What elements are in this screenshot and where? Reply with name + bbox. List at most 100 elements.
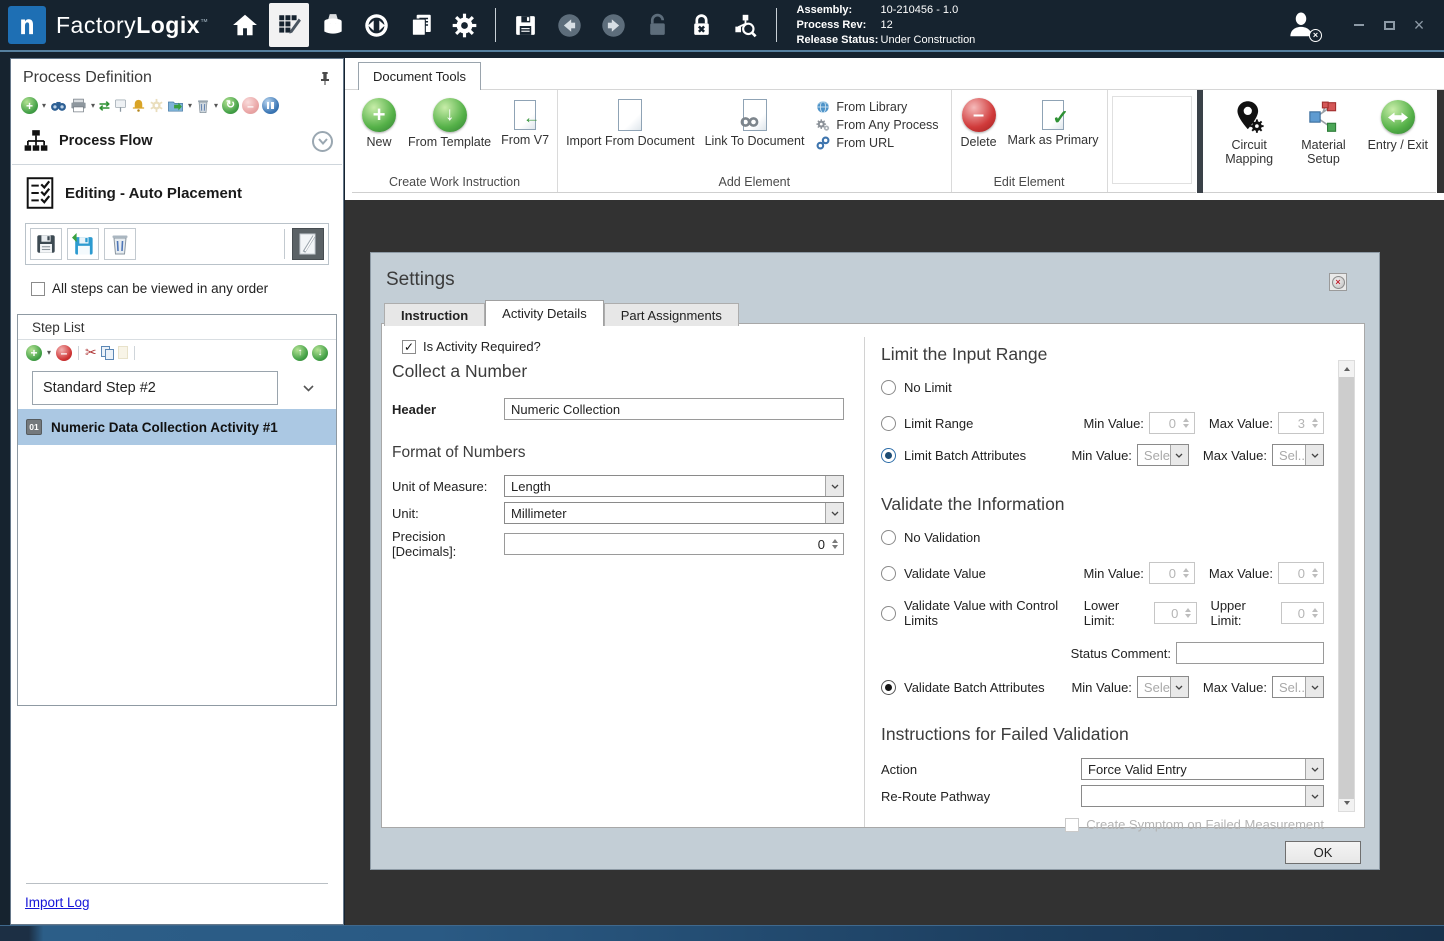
- add-step-icon[interactable]: +: [26, 345, 42, 361]
- settings-dialog: Settings × Instruction Activity Details …: [370, 252, 1380, 870]
- from-library-button[interactable]: From Library: [816, 100, 938, 114]
- edit-mode-button[interactable]: [292, 228, 324, 260]
- no-limit-radio[interactable]: No Limit: [881, 380, 1324, 395]
- batch-max-select[interactable]: Sel...: [1272, 444, 1324, 466]
- from-v7-button[interactable]: ← From V7: [497, 94, 553, 147]
- validate-batch-max-select[interactable]: Sel...: [1272, 676, 1324, 698]
- documents-icon: [408, 12, 434, 38]
- pause-icon[interactable]: [262, 97, 279, 114]
- save-import-button[interactable]: [67, 228, 99, 260]
- activity-list-item-selected[interactable]: 01 Numeric Data Collection Activity #1: [18, 409, 336, 445]
- home-button[interactable]: [225, 3, 265, 47]
- materials-button[interactable]: [313, 3, 353, 47]
- signoff-board-icon[interactable]: [113, 98, 128, 113]
- tab-activity-details[interactable]: Activity Details: [485, 300, 604, 326]
- validate-batch-min-select[interactable]: Sele...: [1137, 676, 1189, 698]
- step-selector[interactable]: Standard Step #2: [32, 371, 278, 405]
- paste-icon[interactable]: [118, 346, 128, 359]
- process-audit-button[interactable]: [726, 3, 766, 47]
- lock-reject-button[interactable]: [682, 3, 722, 47]
- documents-button[interactable]: [401, 3, 441, 47]
- import-from-document-button[interactable]: Import From Document: [562, 94, 699, 148]
- import-log-link[interactable]: Import Log: [25, 895, 90, 910]
- delete-caret-icon[interactable]: ▾: [214, 101, 218, 110]
- notify-bell-icon[interactable]: [131, 98, 146, 113]
- circuit-mapping-button[interactable]: Circuit Mapping: [1215, 98, 1283, 192]
- delete-element-button[interactable]: – Delete: [956, 94, 1002, 149]
- scroll-up-icon[interactable]: [1339, 361, 1354, 377]
- step-selector-chevron-icon[interactable]: [303, 385, 314, 392]
- close-button[interactable]: ×: [1404, 12, 1434, 38]
- copy-icon[interactable]: [101, 346, 114, 360]
- header-input[interactable]: [504, 398, 844, 420]
- discard-step-button[interactable]: [104, 228, 136, 260]
- process-flow-header[interactable]: Process Flow: [11, 120, 343, 164]
- save-button[interactable]: [506, 3, 546, 47]
- logout-user-button[interactable]: ×: [1286, 10, 1316, 40]
- from-url-button[interactable]: From URL: [816, 136, 938, 150]
- mark-as-primary-button[interactable]: ✓ Mark as Primary: [1004, 94, 1103, 147]
- stop-icon[interactable]: –: [242, 97, 259, 114]
- view-order-checkbox[interactable]: All steps can be viewed in any order: [11, 265, 343, 306]
- tab-instruction[interactable]: Instruction: [384, 303, 485, 326]
- pin-icon[interactable]: [317, 70, 333, 86]
- redo-button[interactable]: [594, 3, 634, 47]
- is-activity-required-checkbox[interactable]: ✓ Is Activity Required?: [402, 339, 854, 354]
- dialog-close-button[interactable]: ×: [1329, 273, 1347, 291]
- process-definition-button[interactable]: [269, 3, 309, 47]
- refresh-icon[interactable]: ↻: [222, 97, 239, 114]
- print-caret-icon[interactable]: ▾: [91, 101, 95, 110]
- limit-batch-attributes-radio[interactable]: Limit Batch Attributes Min Value: Sele..…: [881, 444, 1324, 466]
- remove-step-icon[interactable]: –: [56, 345, 72, 361]
- status-comment-input[interactable]: [1176, 642, 1324, 664]
- material-setup-button[interactable]: Material Setup: [1289, 98, 1357, 192]
- expand-process-flow-button[interactable]: [312, 131, 333, 152]
- export-caret-icon[interactable]: ▾: [188, 101, 192, 110]
- entry-exit-button[interactable]: Entry / Exit: [1364, 98, 1432, 192]
- limit-range-radio[interactable]: Limit Range Min Value: 0 Max Value: 3: [881, 412, 1324, 434]
- reroute-pathway-select[interactable]: [1081, 785, 1324, 807]
- scroll-down-icon[interactable]: [1339, 795, 1354, 811]
- add-step-caret-icon[interactable]: ▾: [47, 348, 51, 357]
- delete-trash-icon[interactable]: [196, 98, 210, 114]
- add-icon[interactable]: +: [21, 97, 38, 114]
- save-step-button[interactable]: [30, 228, 62, 260]
- value-max-spinner: 0: [1278, 562, 1324, 584]
- export-icon[interactable]: [167, 98, 184, 113]
- add-caret-icon[interactable]: ▾: [42, 101, 46, 110]
- tab-document-tools[interactable]: Document Tools: [358, 62, 481, 90]
- validate-control-limits-radio[interactable]: Validate Value with Control Limits Lower…: [881, 598, 1324, 628]
- from-template-button[interactable]: ↓ From Template: [404, 94, 495, 149]
- cut-icon[interactable]: ✂: [85, 344, 97, 361]
- url-chain-icon: [816, 136, 830, 150]
- unit-of-measure-select[interactable]: Length: [504, 475, 844, 497]
- unit-select[interactable]: Millimeter: [504, 502, 844, 524]
- find-binoculars-icon[interactable]: [50, 98, 67, 113]
- minimize-button[interactable]: [1344, 12, 1374, 38]
- tab-part-assignments[interactable]: Part Assignments: [604, 303, 739, 326]
- from-any-process-button[interactable]: From Any Process: [816, 118, 938, 132]
- validate-value-radio[interactable]: Validate Value Min Value: 0 Max Value: 0: [881, 562, 1324, 584]
- scrollbar-thumb[interactable]: [1339, 377, 1354, 799]
- unlock-button[interactable]: [638, 3, 678, 47]
- options-gear-icon[interactable]: [149, 98, 164, 113]
- routing-button[interactable]: [357, 3, 397, 47]
- maximize-button[interactable]: [1374, 12, 1404, 38]
- action-select[interactable]: Force Valid Entry: [1081, 758, 1324, 780]
- dialog-scrollbar[interactable]: [1338, 360, 1355, 812]
- move-up-icon[interactable]: ↑: [292, 345, 308, 361]
- spinner-arrows-icon[interactable]: [830, 539, 843, 549]
- validate-batch-attributes-radio[interactable]: Validate Batch Attributes Min Value: Sel…: [881, 676, 1324, 698]
- ok-button[interactable]: OK: [1285, 841, 1361, 864]
- batch-min-select[interactable]: Sele...: [1137, 444, 1189, 466]
- move-down-icon[interactable]: ↓: [312, 345, 328, 361]
- reorder-icon[interactable]: ⇄: [99, 98, 110, 114]
- precision-spinner[interactable]: 0: [504, 533, 844, 555]
- new-button[interactable]: + New: [356, 94, 402, 149]
- print-icon[interactable]: [70, 98, 87, 113]
- link-to-document-button[interactable]: Link To Document: [701, 94, 809, 148]
- settings-button[interactable]: [445, 3, 485, 47]
- undo-button[interactable]: [550, 3, 590, 47]
- chevron-down-icon: [1170, 677, 1188, 697]
- no-validation-radio[interactable]: No Validation: [881, 530, 1324, 545]
